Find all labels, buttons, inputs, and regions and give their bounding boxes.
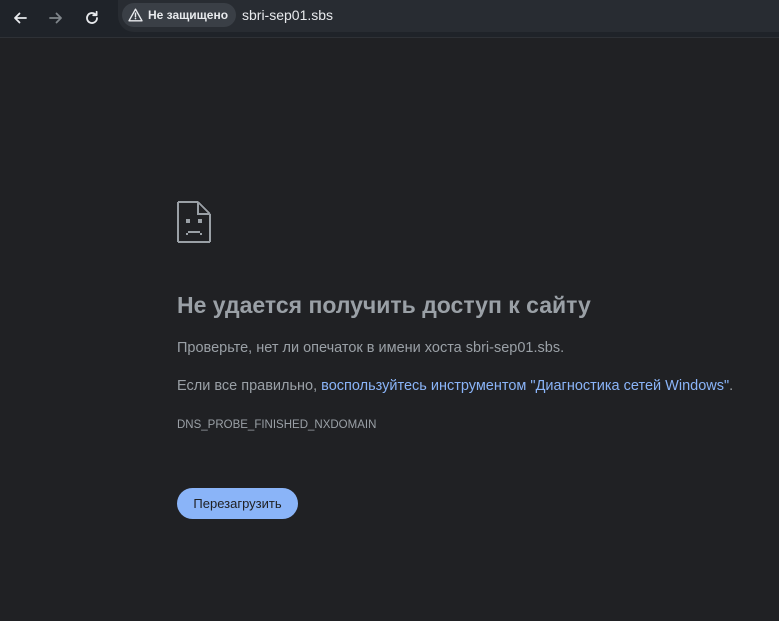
security-chip[interactable]: Не защищено — [122, 3, 237, 27]
browser-toolbar: Не защищено sbri-sep01.sbs — [0, 0, 779, 38]
windows-diagnostics-link[interactable]: воспользуйтесь инструментом "Диагностика… — [321, 378, 729, 394]
arrow-right-icon — [49, 12, 62, 24]
address-bar[interactable]: Не защищено sbri-sep01.sbs — [118, 0, 779, 32]
warning-triangle-icon — [128, 8, 143, 22]
diagnostics-suggestion: Если все правильно, воспользуйтесь инстр… — [177, 378, 733, 394]
security-label: Не защищено — [148, 8, 229, 22]
error-code: DNS_PROBE_FINISHED_NXDOMAIN — [177, 419, 377, 431]
sad-page-icon — [177, 201, 211, 243]
reload-button[interactable]: Перезагрузить — [177, 488, 298, 519]
reload-icon — [86, 10, 98, 24]
forward-button[interactable] — [42, 4, 70, 32]
error-page: Не удается получить доступ к сайту Прове… — [0, 38, 779, 621]
url-text[interactable]: sbri-sep01.sbs — [242, 7, 333, 23]
arrow-left-icon — [14, 12, 27, 24]
diagnostics-suffix: . — [729, 378, 734, 394]
reload-page-button[interactable] — [78, 4, 106, 32]
back-button[interactable] — [6, 4, 34, 32]
error-title: Не удается получить доступ к сайту — [177, 292, 591, 318]
check-hostname-text: Проверьте, нет ли опечаток в имени хоста… — [177, 340, 565, 356]
diagnostics-prefix: Если все правильно, — [177, 378, 322, 394]
